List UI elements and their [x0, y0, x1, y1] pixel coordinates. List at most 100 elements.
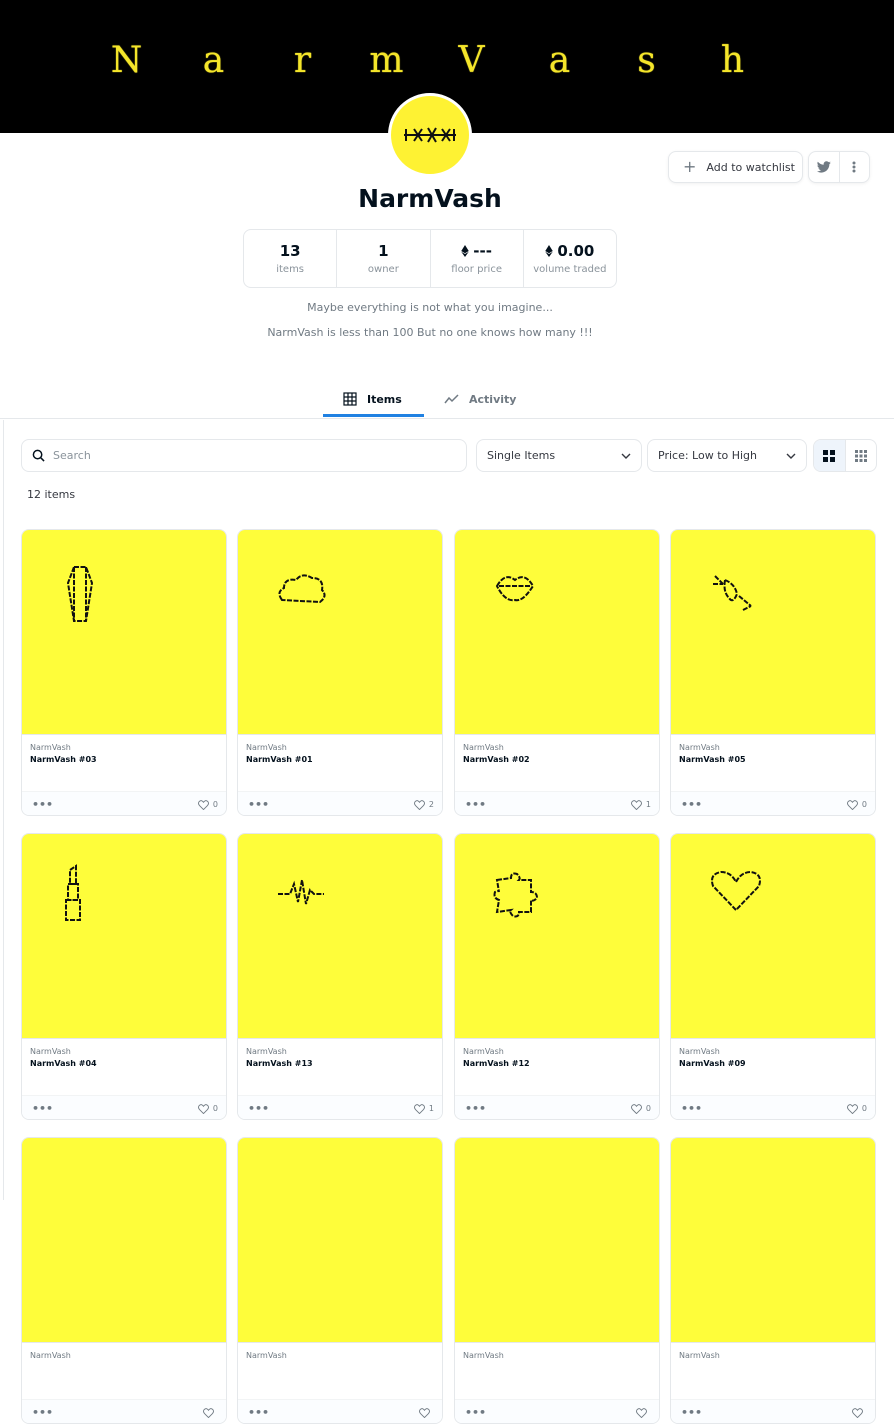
nft-image[interactable]	[671, 1138, 875, 1343]
nft-card[interactable]: NarmVash •••	[454, 1137, 660, 1424]
heart-icon	[197, 1103, 209, 1114]
heart-icon	[203, 1407, 214, 1418]
nft-card[interactable]: NarmVash NarmVash #03 ••• 0	[21, 529, 227, 816]
nft-image[interactable]	[22, 1138, 226, 1343]
nft-image[interactable]	[671, 530, 875, 735]
small-grid-view-button[interactable]	[846, 440, 877, 471]
more-options-icon[interactable]: •••	[32, 1406, 53, 1419]
nft-collection-name[interactable]: NarmVash	[679, 1047, 875, 1056]
stat-value-row: ---	[461, 242, 492, 260]
nft-name: NarmVash #04	[30, 1059, 97, 1068]
nft-collection-name[interactable]: NarmVash	[679, 1351, 875, 1360]
nft-image[interactable]	[671, 834, 875, 1039]
banner-letter: N	[110, 40, 144, 81]
nft-card-footer: •••	[238, 1399, 442, 1423]
nft-image[interactable]	[22, 834, 226, 1039]
like-button[interactable]: 0	[197, 799, 218, 810]
chevron-down-icon	[621, 453, 631, 459]
nft-card[interactable]: NarmVash •••	[21, 1137, 227, 1424]
grid-icon	[343, 392, 357, 406]
nft-collection-name[interactable]: NarmVash	[30, 1047, 226, 1056]
stat-owners[interactable]: 1 owner	[337, 230, 431, 287]
stat-label: floor price	[451, 264, 502, 275]
more-options-icon[interactable]: •••	[32, 1102, 53, 1115]
nft-card[interactable]: NarmVash NarmVash #12 ••• 0	[454, 833, 660, 1120]
like-button[interactable]: 0	[197, 1103, 218, 1114]
large-grid-view-button[interactable]	[814, 440, 846, 471]
collection-tabs: Items Activity	[0, 380, 894, 419]
nft-card[interactable]: NarmVash NarmVash #13 ••• 1	[237, 833, 443, 1120]
nft-card-footer: ••• 1	[455, 791, 659, 815]
like-button[interactable]: 2	[413, 799, 434, 810]
nft-card[interactable]: NarmVash NarmVash #02 ••• 1	[454, 529, 660, 816]
lips-barbed-wire-icon	[495, 576, 535, 602]
stat-items[interactable]: 13 items	[244, 230, 338, 287]
nft-card[interactable]: NarmVash •••	[670, 1137, 876, 1424]
nft-info: NarmVash NarmVash #01	[238, 735, 442, 791]
heart-icon	[630, 799, 642, 810]
more-options-icon[interactable]: •••	[465, 1102, 486, 1115]
add-to-watchlist-button[interactable]: + Add to watchlist	[668, 151, 803, 183]
nft-card-footer: ••• 0	[22, 791, 226, 815]
barbed-wire-logo-icon	[404, 127, 456, 143]
search-input[interactable]	[53, 449, 433, 462]
nft-card-footer: •••	[22, 1399, 226, 1423]
nft-card[interactable]: NarmVash NarmVash #09 ••• 0	[670, 833, 876, 1120]
nft-card-footer: ••• 0	[671, 1095, 875, 1119]
stat-volume-traded[interactable]: 0.00 volume traded	[524, 230, 616, 287]
like-button[interactable]	[852, 1407, 867, 1418]
nft-collection-name[interactable]: NarmVash	[463, 1351, 659, 1360]
nft-image[interactable]	[455, 1138, 659, 1343]
like-button[interactable]: 0	[846, 1103, 867, 1114]
item-type-select[interactable]: Single Items	[476, 439, 642, 472]
nft-image[interactable]	[455, 530, 659, 735]
like-button[interactable]	[636, 1407, 651, 1418]
twitter-button[interactable]	[809, 152, 840, 182]
more-options-icon[interactable]: •••	[32, 798, 53, 811]
nft-card[interactable]: NarmVash NarmVash #05 ••• 0	[670, 529, 876, 816]
twitter-icon	[816, 161, 831, 173]
tab-activity[interactable]: Activity	[444, 380, 516, 418]
more-options-icon[interactable]: •••	[465, 1406, 486, 1419]
nft-image[interactable]	[238, 530, 442, 735]
more-options-icon[interactable]: •••	[681, 1102, 702, 1115]
nft-image[interactable]	[455, 834, 659, 1039]
active-tab-indicator	[323, 414, 424, 417]
stat-label: volume traded	[533, 264, 607, 275]
more-vertical-icon	[852, 161, 856, 173]
like-button[interactable]: 1	[630, 799, 651, 810]
nft-collection-name[interactable]: NarmVash	[30, 1351, 226, 1360]
like-button[interactable]: 1	[413, 1103, 434, 1114]
nft-card[interactable]: NarmVash •••	[237, 1137, 443, 1424]
nft-collection-name[interactable]: NarmVash	[246, 1351, 442, 1360]
nft-collection-name[interactable]: NarmVash	[463, 1047, 659, 1056]
more-options-icon[interactable]: •••	[248, 1102, 269, 1115]
more-options-icon[interactable]: •••	[681, 798, 702, 811]
nft-collection-name[interactable]: NarmVash	[463, 743, 659, 752]
nft-image[interactable]	[238, 1138, 442, 1343]
more-options-button[interactable]	[840, 152, 870, 182]
like-button[interactable]: 0	[846, 799, 867, 810]
nft-collection-name[interactable]: NarmVash	[30, 743, 226, 752]
nft-card[interactable]: NarmVash NarmVash #01 ••• 2	[237, 529, 443, 816]
nft-collection-name[interactable]: NarmVash	[679, 743, 875, 752]
nft-card[interactable]: NarmVash NarmVash #04 ••• 0	[21, 833, 227, 1120]
tab-items[interactable]: Items	[343, 380, 402, 418]
stat-floor-price[interactable]: --- floor price	[431, 230, 524, 287]
like-button[interactable]: 0	[630, 1103, 651, 1114]
heart-icon	[852, 1407, 863, 1418]
nft-image[interactable]	[238, 834, 442, 1039]
nft-collection-name[interactable]: NarmVash	[246, 1047, 442, 1056]
nft-collection-name[interactable]: NarmVash	[246, 743, 442, 752]
more-options-icon[interactable]: •••	[248, 798, 269, 811]
like-button[interactable]	[419, 1407, 434, 1418]
like-count: 0	[212, 1104, 218, 1113]
sort-select[interactable]: Price: Low to High	[647, 439, 807, 472]
tab-label: Activity	[469, 392, 517, 406]
nft-image[interactable]	[22, 530, 226, 735]
more-options-icon[interactable]: •••	[248, 1406, 269, 1419]
more-options-icon[interactable]: •••	[465, 798, 486, 811]
search-box[interactable]	[21, 439, 467, 472]
like-button[interactable]	[203, 1407, 218, 1418]
more-options-icon[interactable]: •••	[681, 1406, 702, 1419]
